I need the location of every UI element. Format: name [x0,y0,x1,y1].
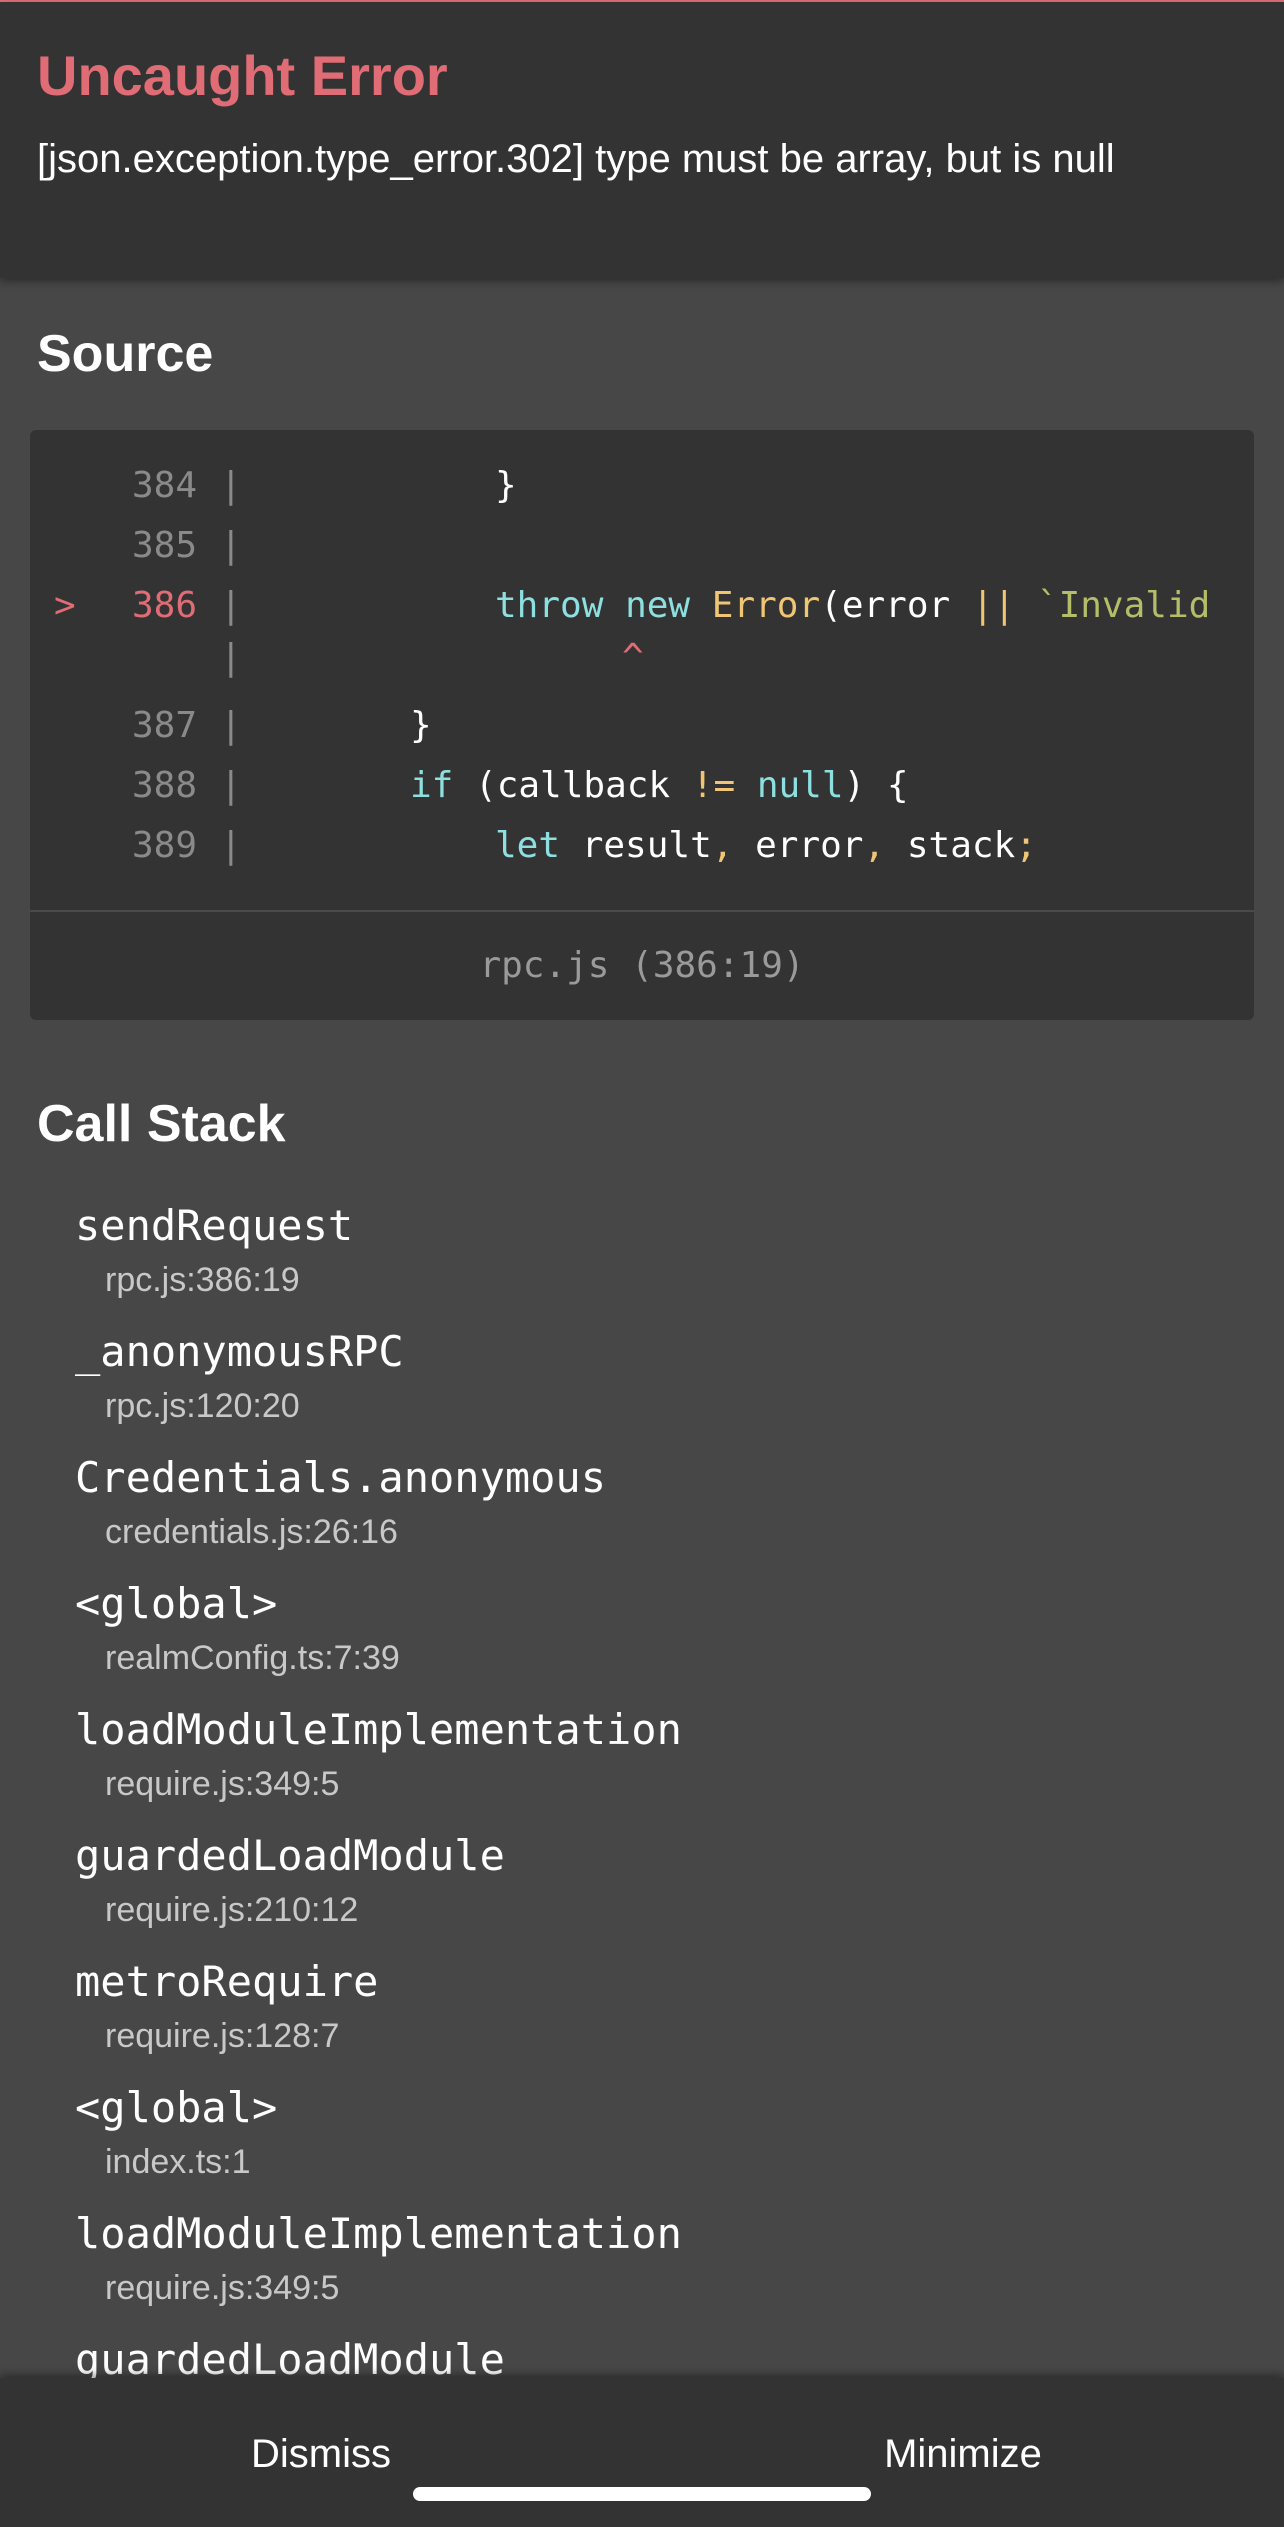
code-operator: || [971,585,1016,626]
call-stack-section-title: Call Stack [37,1095,286,1153]
stack-frame-function: sendRequest [75,1201,354,1250]
stack-frame-function: loadModuleImplementation [75,2209,682,2258]
stack-frame-function: <global> [75,1579,278,1628]
code-function: Error [711,585,821,626]
current-line-marker: > [54,585,76,626]
line-number: 387 [131,705,197,746]
bottom-toolbar: Dismiss Minimize [0,2378,1284,2527]
dismiss-button[interactable]: Dismiss [0,2378,642,2527]
stack-frame-function: loadModuleImplementation [75,1705,682,1754]
stack-frame[interactable]: sendRequest rpc.js:386:19 [75,1198,1225,1314]
code-keyword: throw [495,585,604,626]
stack-frame[interactable]: loadModuleImplementation require.js:349:5 [75,2206,1225,2322]
code-line: 385 | [30,520,1254,572]
code-keyword: if [410,765,454,806]
code-keyword: let [495,825,561,866]
error-header: Uncaught Error [json.exception.type_erro… [0,2,1284,278]
gutter-separator: | [220,525,242,566]
gutter-separator: | [220,637,242,678]
source-code-frame[interactable]: 384 |} 385 | >386 | throw new Error(error || `… [30,430,1254,1020]
code-punctuation: , [711,825,734,866]
stack-frame-location: realmConfig.ts:7:39 [105,1639,400,1677]
error-title: Uncaught Error [37,44,448,107]
code-line: 387 |} [30,700,1254,752]
gutter-separator: | [220,705,242,746]
source-section-title: Source [37,325,214,383]
stack-frame-location: credentials.js:26:16 [105,1513,398,1551]
stack-frame-location: require.js:349:5 [105,2269,340,2307]
code-line: >386 | throw new Error(error || `Invalid [30,580,1254,632]
stack-frame[interactable]: metroRequire require.js:128:7 [75,1954,1225,2070]
code-string: `Invalid [1015,585,1211,626]
home-indicator [413,2487,871,2501]
gutter-separator: | [220,465,242,506]
code-text: if (callback != null) { [410,760,909,812]
stack-frame-location: require.js:128:7 [105,2017,340,2055]
error-overlay: Uncaught Error [json.exception.type_erro… [0,0,1284,2527]
code-punctuation: ; [1015,825,1037,866]
code-token: result [560,825,712,866]
stack-frame[interactable]: <global> realmConfig.ts:7:39 [75,1576,1225,1692]
stack-frame[interactable]: <global> index.ts:1 [75,2080,1225,2196]
stack-frame-location: rpc.js:386:19 [105,1261,300,1299]
line-number: 389 [131,825,197,866]
stack-frame[interactable]: loadModuleImplementation require.js:349:5 [75,1702,1225,1818]
code-token: (callback [453,765,692,806]
gutter-separator: | [220,765,242,806]
line-number: 388 [131,765,197,806]
code-text: ^ [622,632,644,684]
stack-frame-function: _anonymousRPC [75,1327,404,1376]
code-token: ) { [843,765,909,806]
code-keyword: new [625,585,691,626]
error-message: [json.exception.type_error.302] type mus… [37,137,1115,181]
code-text: } [410,700,432,752]
code-line: | ^ [30,632,1254,684]
line-number: 385 [131,525,197,566]
code-line: 388 | if (callback != null) { [30,760,1254,812]
minimize-button[interactable]: Minimize [642,2378,1284,2527]
line-number: 384 [131,465,197,506]
stack-frame[interactable]: _anonymousRPC rpc.js:120:20 [75,1324,1225,1440]
code-operator: != [691,765,736,806]
stack-frame[interactable]: Credentials.anonymous credentials.js:26:1… [75,1450,1225,1566]
stack-frame-location: rpc.js:120:20 [105,1387,300,1425]
line-number: 386 [131,585,197,626]
code-line: 384 |} [30,460,1254,512]
source-file-location[interactable]: rpc.js (386:19) [30,912,1254,1020]
stack-frame-location: require.js:349:5 [105,1765,340,1803]
code-token: error [733,825,864,866]
code-keyword: null [735,765,844,806]
code-punctuation: , [863,825,886,866]
code-line: 389 | let result, error, stack; [30,820,1254,872]
code-token: } [495,465,517,506]
stack-frame-location: require.js:210:12 [105,1891,359,1929]
stack-frame[interactable]: guardedLoadModule require.js:210:12 [75,1828,1225,1944]
gutter-separator: | [220,825,242,866]
gutter-separator: | [220,585,242,626]
code-text: throw new Error(error || `Invalid [495,580,1210,632]
code-token: } [410,705,432,746]
code-token: (error [820,585,972,626]
code-token: stack [885,825,1016,866]
stack-frame-location: index.ts:1 [105,2143,251,2181]
error-caret: ^ [622,637,644,678]
stack-frame-function: guardedLoadModule [75,1831,505,1880]
stack-frame-function: <global> [75,2083,278,2132]
code-text: let result, error, stack; [495,820,1037,872]
stack-frame-function: Credentials.anonymous [75,1453,607,1502]
stack-frame-function: metroRequire [75,1957,379,2006]
code-text: } [495,460,517,512]
